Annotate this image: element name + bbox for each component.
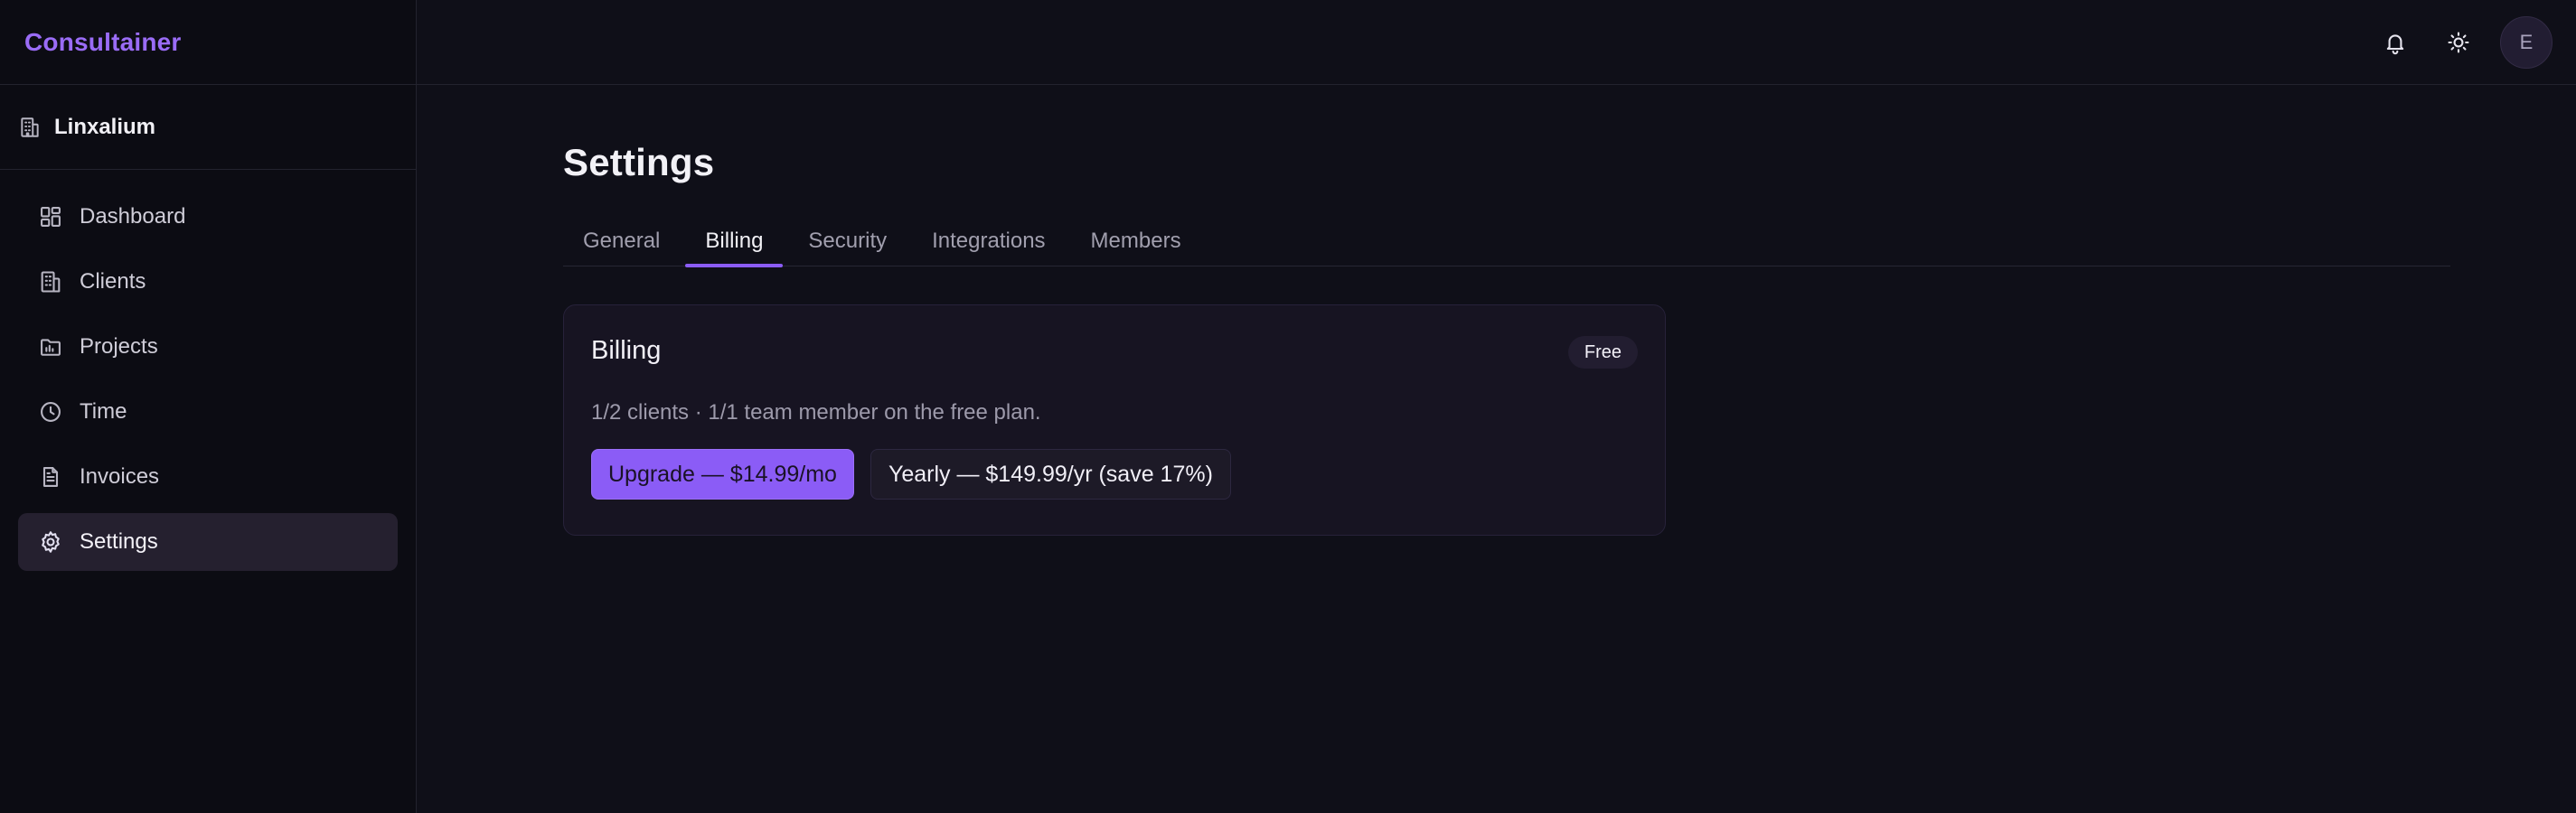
topbar: E — [417, 0, 2576, 85]
sidebar-item-dashboard[interactable]: Dashboard — [18, 188, 398, 246]
usage-summary: 1/2 clients · 1/1 team member on the fre… — [591, 400, 1041, 425]
sidebar-item-projects[interactable]: Projects — [18, 318, 398, 376]
tab-integrations[interactable]: Integrations — [912, 216, 1065, 266]
billing-card-title: Billing — [591, 336, 662, 365]
building-icon — [18, 116, 42, 139]
sidebar-item-invoices[interactable]: Invoices — [18, 448, 398, 506]
brand-logo[interactable]: Consultainer — [24, 28, 182, 57]
sidebar-item-label: Settings — [80, 529, 158, 554]
tab-billing[interactable]: Billing — [685, 216, 784, 267]
sidebar-item-label: Clients — [80, 269, 146, 294]
avatar[interactable]: E — [2500, 15, 2552, 69]
sun-icon — [2446, 30, 2471, 55]
org-switcher[interactable]: Linxalium — [0, 85, 416, 170]
billing-actions: Upgrade — $14.99/mo Yearly — $149.99/yr … — [591, 449, 1638, 500]
sidebar-item-settings[interactable]: Settings — [18, 513, 398, 571]
building-icon — [38, 269, 63, 294]
brand-row: Consultainer — [0, 0, 416, 85]
file-icon — [38, 464, 63, 490]
folder-icon — [38, 334, 63, 360]
gear-icon — [38, 529, 63, 555]
upgrade-monthly-button[interactable]: Upgrade — $14.99/mo — [591, 449, 854, 500]
bell-icon — [2383, 30, 2408, 55]
theme-toggle-button[interactable] — [2437, 21, 2480, 64]
page-title: Settings — [563, 141, 715, 183]
app-shell: Consultainer Linxalium Dashboard Clients… — [0, 0, 2576, 813]
sidebar-item-label: Invoices — [80, 464, 160, 489]
sidebar-item-label: Dashboard — [80, 204, 186, 229]
org-name: Linxalium — [54, 114, 156, 139]
tab-security[interactable]: Security — [788, 216, 907, 266]
notifications-button[interactable] — [2374, 21, 2417, 64]
settings-tabs: General Billing Security Integrations Me… — [563, 216, 2450, 267]
main-area: E Settings General Billing Security Inte… — [417, 0, 2576, 813]
plan-badge: Free — [1567, 336, 1638, 369]
sidebar-item-label: Projects — [80, 334, 158, 359]
billing-card: Billing Free 1/2 clients · 1/1 team memb… — [563, 304, 1666, 536]
dashboard-icon — [38, 204, 63, 229]
sidebar: Consultainer Linxalium Dashboard Clients… — [0, 0, 417, 813]
tab-members[interactable]: Members — [1071, 216, 1201, 266]
upgrade-yearly-button[interactable]: Yearly — $149.99/yr (save 17%) — [870, 449, 1231, 500]
clock-icon — [38, 399, 63, 425]
sidebar-nav: Dashboard Clients Projects Time Invoices… — [0, 170, 416, 571]
sidebar-item-time[interactable]: Time — [18, 383, 398, 441]
sidebar-item-clients[interactable]: Clients — [18, 253, 398, 311]
sidebar-item-label: Time — [80, 399, 127, 424]
tab-general[interactable]: General — [563, 216, 680, 266]
settings-content: Settings General Billing Security Integr… — [563, 85, 2576, 536]
